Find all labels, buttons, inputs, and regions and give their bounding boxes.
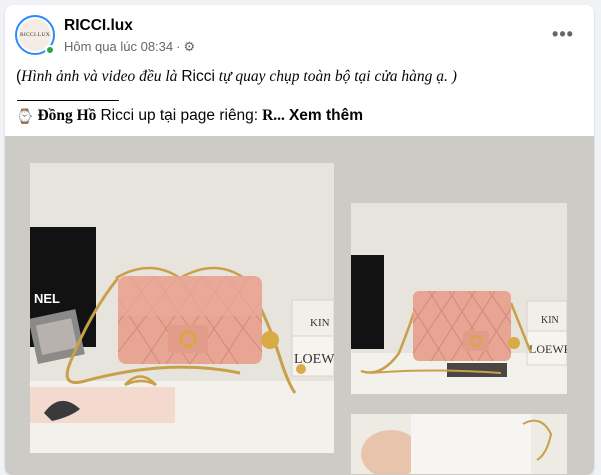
side-photo[interactable]: KIN LOEWE — [351, 203, 567, 394]
main-box2-top: KIN — [310, 317, 330, 329]
caption-italic-1: Hình ảnh và video đều là — [21, 68, 182, 85]
bottom-photo[interactable] — [351, 414, 567, 474]
page-avatar[interactable]: RICCI.LUX — [15, 15, 57, 57]
photo-gallery: NEL KIN LOEWE — [5, 136, 594, 475]
watch-icon: ⌚ — [16, 108, 34, 124]
post-header: RICCI.LUX RICCI.lux Hôm qua lúc 08:34 · … — [15, 15, 584, 57]
more-options-button[interactable]: ••• — [550, 21, 576, 47]
privacy-gear-icon[interactable]: ⚙ — [183, 40, 195, 53]
page-name-link[interactable]: RICCI.lux — [64, 17, 133, 35]
online-status-icon — [45, 45, 55, 55]
separator-dot: · — [176, 39, 181, 54]
post-caption: (Hình ảnh và video đều là Ricci tự quay … — [16, 67, 586, 87]
line2-text: Ricci up tại page riêng: — [100, 107, 259, 124]
main-photo[interactable]: NEL KIN LOEWE — [30, 163, 334, 453]
caption-line-2: ⌚ Đồng Hồ Ricci up tại page riêng: R... … — [16, 106, 586, 126]
line2-bold: Đồng Hồ — [37, 107, 97, 124]
caption-plain: Ricci — [181, 68, 215, 85]
side-photo-image: KIN LOEWE — [351, 203, 567, 394]
side-box-label: LOEWE — [529, 342, 567, 356]
caption-italic-2: tự quay chụp toàn bộ tại cửa hàng ạ. ) — [214, 68, 457, 85]
main-photo-image: NEL KIN LOEWE — [30, 163, 334, 453]
post-timestamp[interactable]: Hôm qua lúc 08:34 — [64, 39, 173, 54]
post-card: RICCI.LUX RICCI.lux Hôm qua lúc 08:34 · … — [5, 5, 594, 475]
line2-truncated: R... — [262, 107, 285, 124]
side-box-top: KIN — [541, 315, 559, 326]
post-meta: Hôm qua lúc 08:34 · ⚙ — [64, 39, 195, 54]
main-box-label: NEL — [34, 291, 60, 306]
see-more-link[interactable]: Xem thêm — [289, 106, 363, 126]
bottom-photo-image — [351, 414, 567, 474]
caption-divider — [17, 100, 119, 101]
